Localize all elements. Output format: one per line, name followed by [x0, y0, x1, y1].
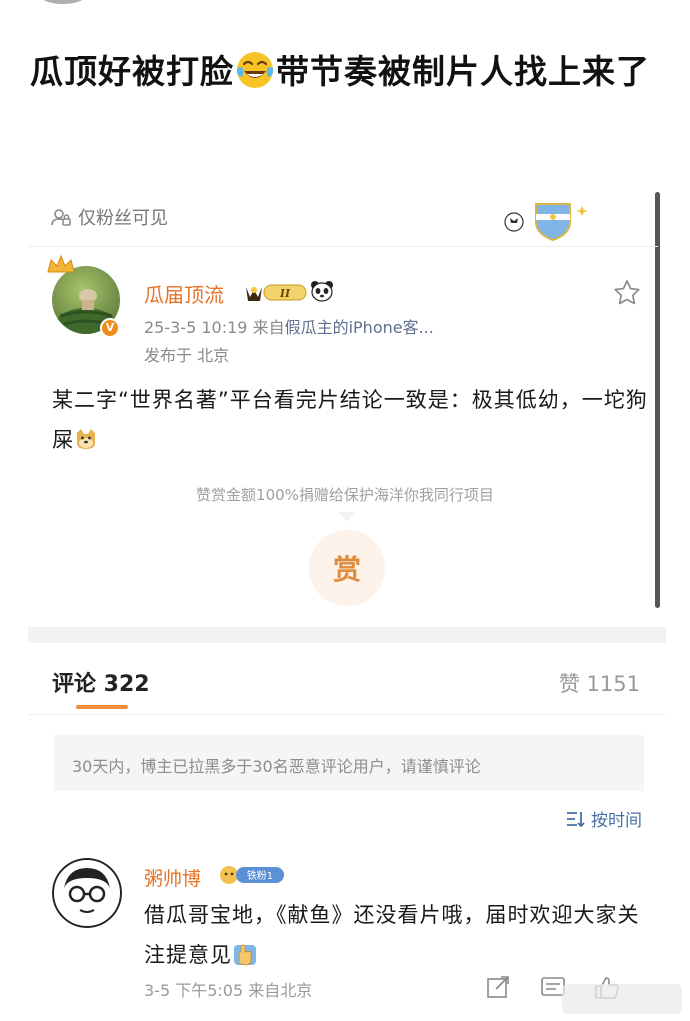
headline-part2: 带节奏被制片人找上来了 [276, 52, 650, 91]
post-source-prefix: 来自 [252, 318, 285, 337]
commenter-avatar-image [52, 858, 122, 928]
fan-badge: 铁粉1 [220, 866, 284, 884]
post-location: 发布于 北京 [144, 346, 230, 365]
comment-location: 来自北京 [248, 981, 313, 1000]
reward-button[interactable]: 赏 [309, 530, 385, 606]
reply-icon[interactable] [541, 977, 565, 996]
doge-emoji-icon [77, 429, 95, 449]
comment-body: 借瓜哥宝地，《献鱼》还没看片哦，届时欢迎大家关注提意见 [144, 895, 654, 975]
fan-badge-text: 铁粉1 [247, 869, 273, 882]
active-tab-indicator [76, 705, 128, 709]
post-timestamp: 25-3-5 10:19 [144, 318, 248, 337]
page-title: 瓜顶好被打脸 带节奏被制片人找上来了 [30, 44, 670, 100]
crown-icon [47, 254, 75, 273]
post-text: 某二字“世界名著”平台看完片结论一致是：极其低幼，一坨狗屎 [52, 388, 648, 452]
comment-time: 3-5 下午5:05 [144, 981, 244, 1000]
tears-of-joy-emoji-icon [236, 52, 274, 88]
watermark-overlay [562, 984, 682, 1014]
vip-level-badge: II [246, 284, 307, 301]
post-meta: 25-3-5 10:19 来自假瓜主的iPhone客... [144, 314, 434, 338]
share-icon[interactable] [487, 976, 509, 998]
sort-label: 按时间 [591, 811, 642, 831]
visibility-indicator: 仅粉丝可见 [50, 204, 168, 230]
fans-only-lock-icon [51, 209, 71, 226]
post-body: 某二字“世界名著”平台看完片结论一致是：极其低幼，一坨狗屎 [52, 380, 652, 460]
vip-level-text: II [279, 287, 291, 300]
panda-icon [311, 281, 333, 302]
scrollbar[interactable] [655, 192, 660, 608]
visibility-label: 仅粉丝可见 [78, 208, 168, 229]
commenter-avatar[interactable] [52, 858, 122, 928]
sort-icon [567, 811, 585, 827]
sort-button[interactable]: 按时间 [565, 806, 642, 831]
commenter-name[interactable]: 粥帅博 [144, 864, 201, 891]
tab-comments[interactable]: 评论 322 [52, 666, 150, 698]
favorite-star-icon[interactable] [612, 278, 642, 308]
waving-hand-emoji-icon [234, 944, 256, 966]
decoration-badge-icon [504, 203, 588, 242]
section-separator [28, 627, 666, 643]
divider [28, 714, 666, 715]
author-name[interactable]: 瓜届顶流 [144, 279, 224, 308]
cropped-avatar-edge [40, 0, 86, 4]
comment-meta: 3-5 下午5:05 来自北京 [144, 977, 312, 1001]
verified-badge-icon: V [100, 318, 120, 338]
comment-notice: 30天内，博主已拉黑多于30名恶意评论用户，请谨慎评论 [54, 735, 644, 791]
reward-pointer-icon [338, 512, 356, 522]
tab-likes[interactable]: 赞 1151 [559, 668, 640, 698]
reward-note: 赞赏金额100%捐赠给保护海洋你我同行项目 [196, 486, 494, 504]
post-source-name[interactable]: 假瓜主的iPhone客... [285, 318, 434, 337]
divider [28, 246, 658, 247]
headline-part1: 瓜顶好被打脸 [30, 52, 234, 91]
comment-text: 借瓜哥宝地，《献鱼》还没看片哦，届时欢迎大家关注提意见 [144, 903, 640, 967]
